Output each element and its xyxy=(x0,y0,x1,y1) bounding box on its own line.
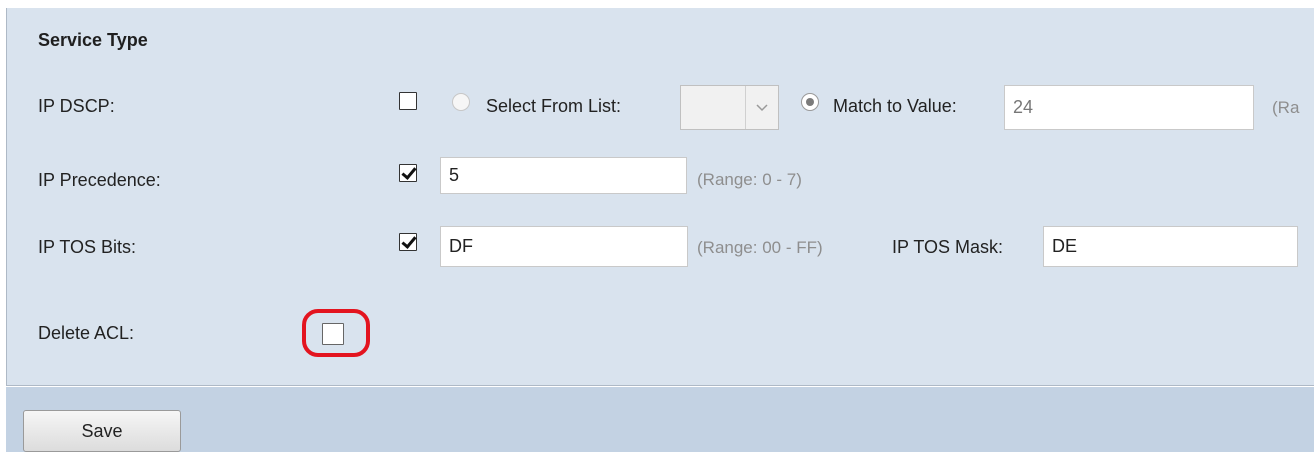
ip-precedence-input[interactable] xyxy=(440,157,687,194)
chevron-down-icon xyxy=(745,86,778,129)
button-bar xyxy=(6,387,1314,452)
section-title: Service Type xyxy=(38,30,148,50)
delete-acl-label: Delete ACL: xyxy=(38,323,135,343)
dscp-range-hint: (Ra xyxy=(1272,98,1300,117)
service-type-panel xyxy=(6,8,1314,386)
select-from-list-radio[interactable] xyxy=(452,93,470,111)
ip-tos-mask-input[interactable] xyxy=(1043,226,1298,267)
ip-tos-bits-checkbox[interactable] xyxy=(399,233,417,251)
select-from-list-label: Select From List: xyxy=(486,96,622,116)
ip-dscp-label: IP DSCP: xyxy=(38,96,115,116)
precedence-range-hint: (Range: 0 - 7) xyxy=(697,170,802,189)
ip-tos-mask-label: IP TOS Mask: xyxy=(892,237,1004,257)
save-button[interactable]: Save xyxy=(23,410,181,452)
ip-tos-bits-label: IP TOS Bits: xyxy=(38,237,137,257)
ip-precedence-checkbox[interactable] xyxy=(399,164,417,182)
ip-precedence-label: IP Precedence: xyxy=(38,170,161,190)
ip-tos-bits-input[interactable] xyxy=(440,226,688,267)
ip-dscp-checkbox[interactable] xyxy=(399,92,417,110)
match-to-value-radio[interactable] xyxy=(801,93,819,111)
delete-acl-checkbox[interactable] xyxy=(322,323,344,345)
dscp-list-select[interactable] xyxy=(680,85,779,130)
tos-bits-range-hint: (Range: 00 - FF) xyxy=(697,238,823,257)
match-value-input[interactable] xyxy=(1004,85,1254,130)
match-to-value-label: Match to Value: xyxy=(833,96,957,116)
